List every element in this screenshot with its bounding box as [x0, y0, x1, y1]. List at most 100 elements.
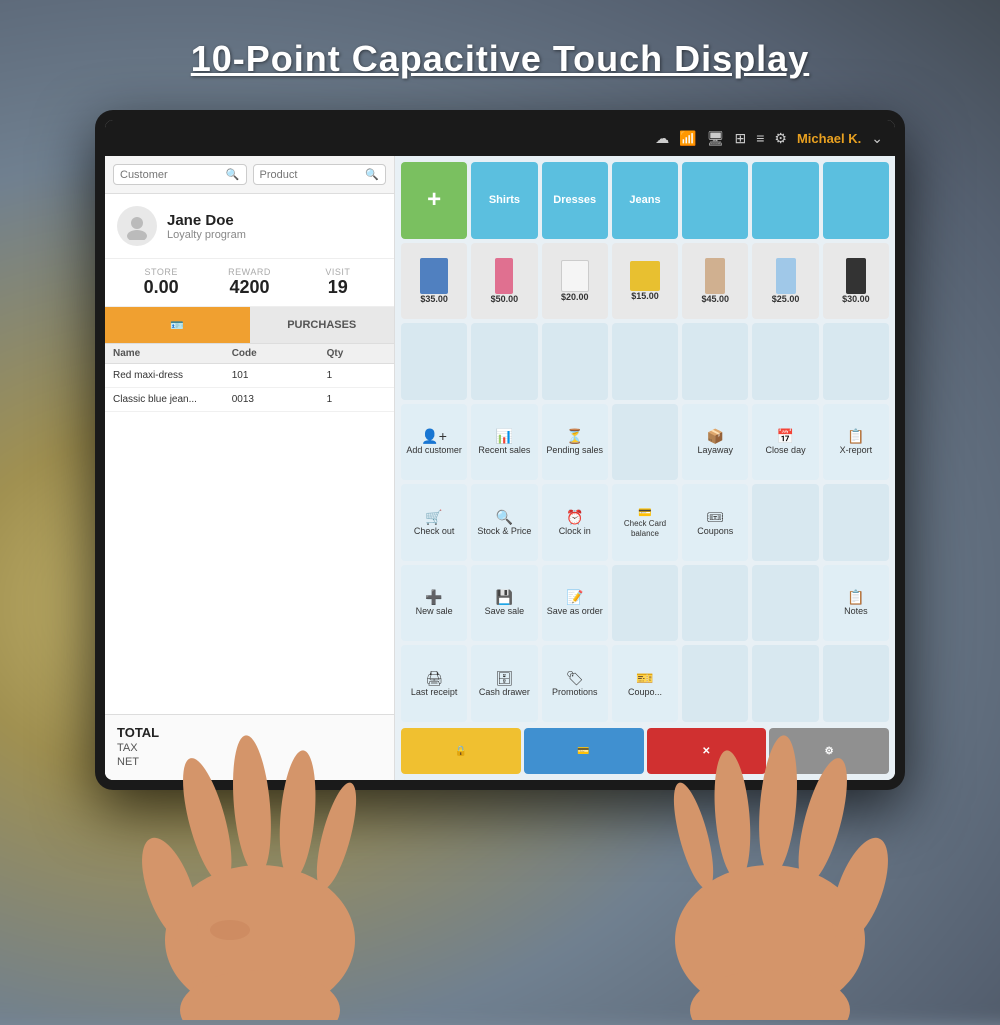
product-black-pants[interactable]: $30.00: [823, 243, 889, 320]
category-6[interactable]: [823, 162, 889, 239]
table-header: Name Code Qty: [105, 344, 394, 364]
more-options-button[interactable]: ⚙: [769, 728, 889, 774]
screen: ☁ 📶 🖥 ⊞ ≡ ⚙ Michael K. ⌄ 🔍: [105, 120, 895, 780]
category-4[interactable]: [682, 162, 748, 239]
close-day-button[interactable]: 📅 Close day: [752, 404, 818, 481]
main-content: 🔍 🔍 Jane Do: [105, 156, 895, 780]
store-value: 0.00: [117, 277, 205, 298]
save-as-order-button[interactable]: 📝 Save as order: [542, 565, 608, 642]
lock-button[interactable]: 🔒: [401, 728, 521, 774]
tab-purchases[interactable]: PURCHASES: [250, 307, 395, 343]
cancel-button[interactable]: ✕: [647, 728, 767, 774]
tab-id[interactable]: 🪪: [105, 307, 250, 343]
total-area: TOTAL TAX NET: [105, 714, 394, 780]
stock-price-button[interactable]: 🔍 Stock & Price: [471, 484, 537, 561]
clock-in-button[interactable]: ⏰ Clock in: [542, 484, 608, 561]
category-jeans[interactable]: Jeans: [612, 162, 678, 239]
item-name: Classic blue jean...: [113, 394, 232, 405]
reward-value: 4200: [205, 277, 293, 298]
stats-row: STORE 0.00 REWARD 4200 VISIT 19: [105, 259, 394, 307]
total-line: TOTAL: [117, 725, 382, 740]
product-search-box[interactable]: 🔍: [253, 164, 387, 185]
stat-reward: REWARD 4200: [205, 267, 293, 298]
layaway-button[interactable]: 📦 Layaway: [682, 404, 748, 481]
col-code: Code: [232, 348, 327, 359]
coupons-button[interactable]: 🎟 Coupons: [682, 484, 748, 561]
customer-info: Jane Doe Loyalty program: [105, 194, 394, 259]
empty-12: [752, 565, 818, 642]
checkout-button[interactable]: 🛒 Check out: [401, 484, 467, 561]
visit-label: VISIT: [294, 267, 382, 277]
promotions-button[interactable]: 🏷 Promotions: [542, 645, 608, 722]
search-row: 🔍 🔍: [105, 156, 394, 194]
tax-label: TAX: [117, 742, 138, 754]
net-label: NET: [117, 756, 139, 768]
product-yellow-shirt[interactable]: $15.00: [612, 243, 678, 320]
product-white-shirt[interactable]: $20.00: [542, 243, 608, 320]
items-table: Name Code Qty Red maxi-dress 101 1 Class…: [105, 344, 394, 714]
payment-row: 🔒 💳 ✕ ⚙: [395, 728, 895, 780]
empty-14: [752, 645, 818, 722]
category-dresses[interactable]: Dresses: [542, 162, 608, 239]
new-sale-button[interactable]: ➕ New sale: [401, 565, 467, 642]
col-qty: Qty: [327, 348, 386, 359]
pending-sales-button[interactable]: ⏳ Pending sales: [542, 404, 608, 481]
customer-search-input[interactable]: [120, 169, 222, 181]
category-shirts[interactable]: Shirts: [471, 162, 537, 239]
item-code: 101: [232, 370, 327, 381]
tabs-row: 🪪 PURCHASES: [105, 307, 394, 344]
product-search-input[interactable]: [260, 169, 362, 181]
empty-action: [612, 404, 678, 481]
monitor: ☁ 📶 🖥 ⊞ ≡ ⚙ Michael K. ⌄ 🔍: [95, 110, 905, 790]
empty-3: [542, 323, 608, 400]
product-search-icon: 🔍: [365, 168, 379, 181]
empty-13: [682, 645, 748, 722]
customer-search-box[interactable]: 🔍: [113, 164, 247, 185]
total-label: TOTAL: [117, 725, 159, 740]
add-customer-button[interactable]: 👤+ Add customer: [401, 404, 467, 481]
last-receipt-button[interactable]: 🖨 Last receipt: [401, 645, 467, 722]
avatar: [117, 206, 157, 246]
product-lightblue[interactable]: $25.00: [752, 243, 818, 320]
product-beige[interactable]: $45.00: [682, 243, 748, 320]
empty-7: [823, 323, 889, 400]
stat-store: STORE 0.00: [117, 267, 205, 298]
cash-drawer-button[interactable]: 🗄 Cash drawer: [471, 645, 537, 722]
recent-sales-button[interactable]: 📊 Recent sales: [471, 404, 537, 481]
add-product-button[interactable]: +: [401, 162, 467, 239]
save-sale-button[interactable]: 💾 Save sale: [471, 565, 537, 642]
signal-icon: 📶: [679, 130, 696, 147]
coupons2-button[interactable]: 🎫 Coupo...: [612, 645, 678, 722]
col-name: Name: [113, 348, 232, 359]
customer-program: Loyalty program: [167, 229, 246, 241]
empty-2: [471, 323, 537, 400]
customer-search-icon: 🔍: [226, 168, 240, 181]
empty-8: [752, 484, 818, 561]
item-qty: 1: [327, 394, 386, 405]
table-row: Classic blue jean... 0013 1: [105, 388, 394, 412]
empty-5: [682, 323, 748, 400]
product-jeans[interactable]: $35.00: [401, 243, 467, 320]
net-line: NET: [117, 756, 382, 768]
category-5[interactable]: [752, 162, 818, 239]
tax-line: TAX: [117, 742, 382, 754]
page-title: 10-Point Capacitive Touch Display: [0, 38, 1000, 80]
notes-button[interactable]: 📋 Notes: [823, 565, 889, 642]
empty-4: [612, 323, 678, 400]
x-report-button[interactable]: 📋 X-report: [823, 404, 889, 481]
card-payment-button[interactable]: 💳: [524, 728, 644, 774]
settings-icon[interactable]: ⚙: [774, 130, 787, 147]
visit-value: 19: [294, 277, 382, 298]
customer-name: Jane Doe: [167, 212, 246, 229]
dropdown-icon[interactable]: ⌄: [871, 130, 883, 147]
user-name[interactable]: Michael K.: [797, 131, 861, 146]
empty-6: [752, 323, 818, 400]
check-card-balance-button[interactable]: 💳 Check Card balance: [612, 484, 678, 561]
product-pink-dress[interactable]: $50.00: [471, 243, 537, 320]
layout-icon: ⊞: [735, 130, 747, 147]
store-label: STORE: [117, 267, 205, 277]
item-code: 0013: [232, 394, 327, 405]
cloud-icon: ☁: [655, 130, 669, 147]
stat-visit: VISIT 19: [294, 267, 382, 298]
empty-15: [823, 645, 889, 722]
